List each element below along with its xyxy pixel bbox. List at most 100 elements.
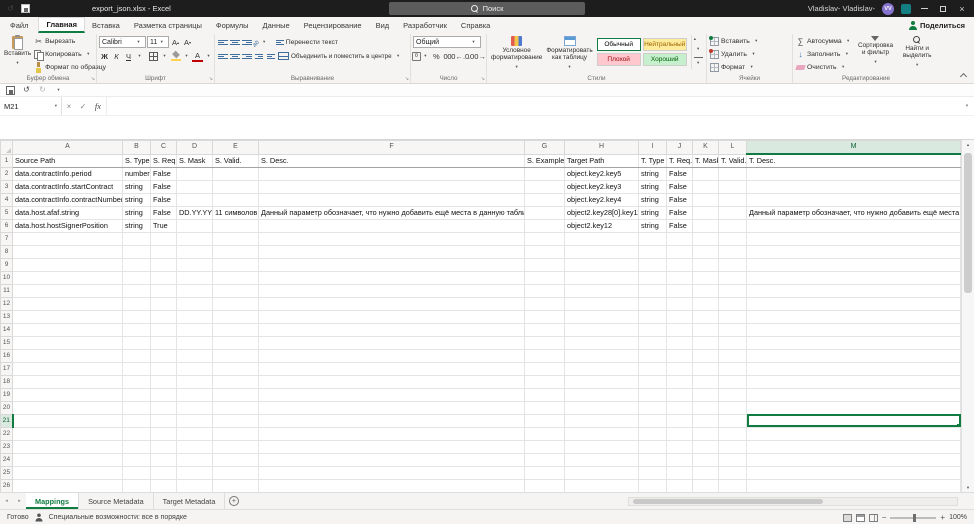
cell-C15[interactable]: [150, 336, 177, 350]
cell-A26[interactable]: [12, 479, 123, 493]
cell-I26[interactable]: [638, 479, 667, 493]
cell-A2[interactable]: data.contractInfo.period: [12, 167, 123, 181]
cell-C14[interactable]: [150, 323, 177, 337]
cell-I9[interactable]: [638, 258, 667, 272]
cell-A15[interactable]: [12, 336, 123, 350]
cell-M23[interactable]: [746, 440, 961, 454]
fill-button[interactable]: Заполнить: [795, 48, 854, 61]
cell-D7[interactable]: [176, 232, 213, 246]
copy-button[interactable]: Копировать: [33, 48, 107, 61]
cell-F5[interactable]: Данный параметр обозначает, что нужно до…: [258, 206, 525, 220]
cell-K10[interactable]: [692, 271, 719, 285]
tab-формулы[interactable]: Формулы: [209, 17, 256, 33]
zoom-slider-thumb[interactable]: [913, 513, 917, 522]
cell-D14[interactable]: [176, 323, 213, 337]
row-header-22[interactable]: 22: [0, 426, 13, 441]
cell-B12[interactable]: [122, 297, 151, 311]
save-button[interactable]: [6, 85, 15, 95]
column-header-L[interactable]: L: [718, 140, 747, 155]
cell-D3[interactable]: [176, 180, 213, 194]
cell-E23[interactable]: [212, 440, 259, 454]
cell-E22[interactable]: [212, 427, 259, 441]
cell-M5[interactable]: Данный параметр обозначает, что нужно до…: [746, 206, 961, 220]
cell-I7[interactable]: [638, 232, 667, 246]
cell-E17[interactable]: [212, 362, 259, 376]
cell-C5[interactable]: False: [150, 206, 177, 220]
tab-главная[interactable]: Главная: [38, 17, 85, 33]
percent-style-button[interactable]: [431, 50, 442, 62]
cell-H10[interactable]: [564, 271, 639, 285]
cell-F4[interactable]: [258, 193, 525, 207]
cell-H5[interactable]: object2.key28[0].key11: [564, 206, 639, 220]
cell-H16[interactable]: [564, 349, 639, 363]
cell-E2[interactable]: [212, 167, 259, 181]
orientation-button[interactable]: [253, 36, 269, 48]
cell-G5[interactable]: [524, 206, 565, 220]
horizontal-scrollbar[interactable]: [628, 497, 958, 507]
cell-J15[interactable]: [666, 336, 693, 350]
autosave-icon[interactable]: [6, 3, 15, 14]
cell-E20[interactable]: [212, 401, 259, 415]
cell-E1[interactable]: S. Valid.: [212, 154, 259, 168]
share-button[interactable]: Поделиться: [900, 17, 974, 33]
merge-center-button[interactable]: Объединить и поместить в центре: [277, 50, 404, 63]
cell-L18[interactable]: [718, 375, 747, 389]
cell-H23[interactable]: [564, 440, 639, 454]
cell-B3[interactable]: string: [122, 180, 151, 194]
cell-G7[interactable]: [524, 232, 565, 246]
cell-B9[interactable]: [122, 258, 151, 272]
cell-H22[interactable]: [564, 427, 639, 441]
cell-F14[interactable]: [258, 323, 525, 337]
cell-K11[interactable]: [692, 284, 719, 298]
zoom-slider[interactable]: [890, 513, 937, 522]
cell-I16[interactable]: [638, 349, 667, 363]
cell-style-обычный[interactable]: Обычный: [596, 38, 641, 51]
tab-вставка[interactable]: Вставка: [85, 17, 127, 33]
cell-A21[interactable]: [12, 414, 123, 428]
cell-K9[interactable]: [692, 258, 719, 272]
cell-J24[interactable]: [666, 453, 693, 467]
cell-M1[interactable]: T. Desc.: [746, 154, 961, 168]
cell-F9[interactable]: [258, 258, 525, 272]
cell-A20[interactable]: [12, 401, 123, 415]
cell-C26[interactable]: [150, 479, 177, 493]
autosum-button[interactable]: Автосумма: [795, 35, 854, 48]
cell-B13[interactable]: [122, 310, 151, 324]
align-left-button[interactable]: [217, 50, 228, 62]
number-format-select[interactable]: Общий: [413, 36, 481, 48]
cell-K14[interactable]: [692, 323, 719, 337]
cell-I4[interactable]: string: [638, 193, 667, 207]
cell-L6[interactable]: [718, 219, 747, 233]
sheet-tab-source-metadata[interactable]: Source Metadata: [79, 493, 154, 510]
cell-A13[interactable]: [12, 310, 123, 324]
cell-K23[interactable]: [692, 440, 719, 454]
font-dialog-launcher[interactable]: [209, 77, 213, 82]
cell-H24[interactable]: [564, 453, 639, 467]
cell-K3[interactable]: [692, 180, 719, 194]
row-header-8[interactable]: 8: [0, 244, 13, 259]
cell-J1[interactable]: T. Req.: [666, 154, 693, 168]
cell-H15[interactable]: [564, 336, 639, 350]
cell-M8[interactable]: [746, 245, 961, 259]
cell-D9[interactable]: [176, 258, 213, 272]
cell-F17[interactable]: [258, 362, 525, 376]
row-header-20[interactable]: 20: [0, 400, 13, 415]
cell-B21[interactable]: [122, 414, 151, 428]
cell-K5[interactable]: [692, 206, 719, 220]
cell-F22[interactable]: [258, 427, 525, 441]
cell-F20[interactable]: [258, 401, 525, 415]
cell-C21[interactable]: [150, 414, 177, 428]
cell-K18[interactable]: [692, 375, 719, 389]
row-header-11[interactable]: 11: [0, 283, 13, 298]
sheet-tab-mappings[interactable]: Mappings: [26, 493, 80, 510]
zoom-in-button[interactable]: +: [940, 513, 945, 522]
cell-style-нейтральный[interactable]: Нейтральный: [642, 38, 687, 51]
cell-G18[interactable]: [524, 375, 565, 389]
row-header-7[interactable]: 7: [0, 231, 13, 246]
cell-L26[interactable]: [718, 479, 747, 493]
cell-M15[interactable]: [746, 336, 961, 350]
cell-D21[interactable]: [176, 414, 213, 428]
cell-F2[interactable]: [258, 167, 525, 181]
cell-B23[interactable]: [122, 440, 151, 454]
cell-M19[interactable]: [746, 388, 961, 402]
